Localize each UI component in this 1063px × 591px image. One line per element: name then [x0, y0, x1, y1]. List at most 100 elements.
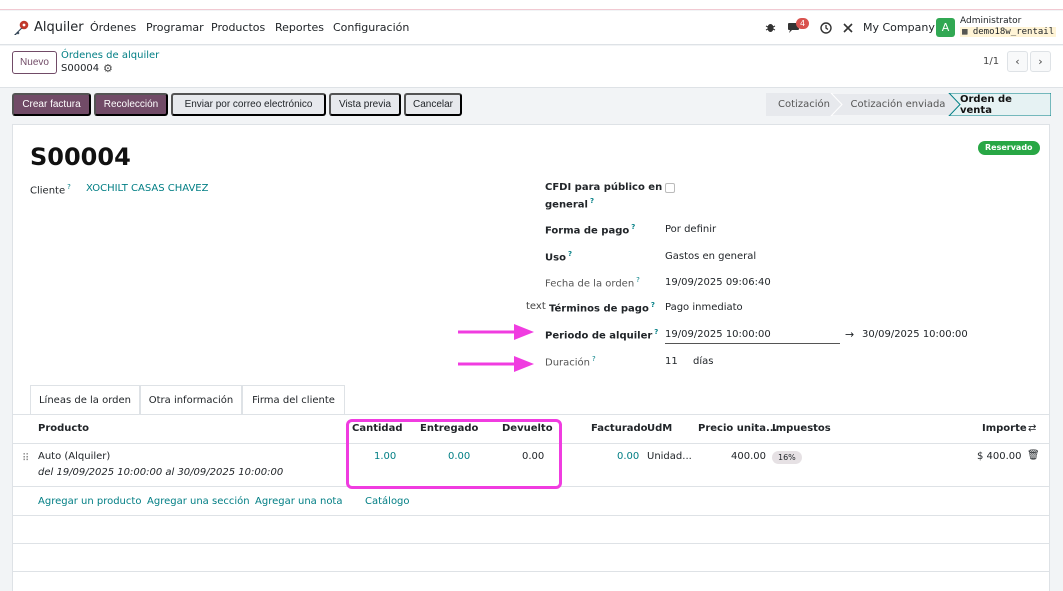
status-quotation-sent[interactable]: Cotización enviada — [845, 93, 951, 116]
menu-configuracion[interactable]: Configuración — [333, 21, 409, 34]
form-sheet: S00004 Reservado Cliente? XOCHILT CASAS … — [12, 124, 1050, 591]
duration-label: Duración? — [545, 355, 596, 368]
duration-unit: días — [693, 356, 714, 367]
line-product[interactable]: Auto (Alquiler) — [38, 451, 110, 462]
divider — [13, 515, 1050, 516]
add-product-link[interactable]: Agregar un producto — [38, 496, 141, 507]
help-icon[interactable]: ? — [67, 183, 71, 191]
column-header-invoiced[interactable]: Facturado — [591, 423, 648, 434]
clock-icon[interactable] — [818, 20, 833, 35]
duration-label-text: Duración — [545, 357, 591, 369]
payment-method-label-text: Forma de pago — [545, 225, 630, 237]
menu-ordenes[interactable]: Órdenes — [90, 21, 136, 34]
previous-record-button[interactable]: ‹ — [1007, 51, 1028, 72]
tools-icon[interactable] — [840, 20, 855, 35]
cancel-button[interactable]: Cancelar — [404, 93, 462, 116]
help-icon[interactable]: ? — [590, 197, 594, 205]
payment-terms-label-text: Términos de pago — [549, 303, 649, 315]
status-quotation[interactable]: Cotización — [772, 93, 836, 116]
help-icon[interactable]: ? — [568, 250, 572, 258]
rental-period-label-text: Periodo de alquiler — [545, 330, 653, 342]
arrow-right-icon: → — [845, 328, 855, 341]
create-invoice-button[interactable]: Crear factura — [12, 93, 91, 116]
help-icon[interactable]: ? — [654, 328, 658, 336]
new-button[interactable]: Nuevo — [12, 51, 57, 74]
annotation-highlight-box — [346, 419, 562, 489]
divider — [13, 414, 1050, 415]
breadcrumb[interactable]: Órdenes de alquiler — [61, 50, 159, 61]
add-section-link[interactable]: Agregar una sección — [147, 496, 250, 507]
divider — [13, 571, 1050, 572]
order-date-field[interactable]: 19/09/2025 09:06:40 — [665, 277, 771, 288]
user-name[interactable]: Administrator — [960, 16, 1021, 26]
cfdi-label: general? — [545, 197, 594, 210]
order-date-label: Fecha de la orden? — [545, 276, 640, 289]
annotation-arrow — [458, 356, 534, 372]
duration-value[interactable]: 11 — [665, 356, 678, 367]
stray-text: text — [526, 301, 546, 312]
payment-method-field[interactable]: Por definir — [665, 224, 716, 235]
status-sales-order[interactable]: Orden de venta — [960, 93, 1046, 116]
action-bar: Crear factura Recolección Enviar por cor… — [0, 88, 1063, 124]
key-app-icon[interactable] — [12, 20, 29, 36]
line-invoiced: 0.00 — [617, 451, 640, 462]
column-header-unit-price[interactable]: Precio unita... — [698, 423, 777, 434]
annotation-arrow — [458, 324, 534, 340]
payment-terms-field[interactable]: Pago inmediato — [665, 302, 743, 313]
next-record-button[interactable]: › — [1030, 51, 1051, 72]
reserved-status-badge: Reservado — [978, 141, 1040, 155]
cfdi-label-line2: general — [545, 199, 588, 211]
help-icon[interactable]: ? — [651, 301, 655, 309]
rental-period-label: Periodo de alquiler? — [545, 328, 658, 341]
preview-button[interactable]: Vista previa — [329, 93, 401, 116]
app-name[interactable]: Alquiler — [34, 20, 84, 35]
customer-label-text: Cliente — [30, 185, 66, 197]
column-header-amount[interactable]: Importe — [982, 423, 1027, 434]
tab-other-info[interactable]: Otra información — [140, 385, 242, 415]
avatar[interactable]: A — [936, 18, 955, 37]
customer-field[interactable]: XOCHILT CASAS CHAVEZ — [86, 183, 208, 194]
tax-badge[interactable]: 16% — [772, 451, 802, 464]
pickup-button[interactable]: Recolección — [94, 93, 168, 116]
payment-terms-label: Términos de pago? — [549, 301, 655, 314]
tab-order-lines[interactable]: Líneas de la orden — [30, 385, 140, 415]
add-note-link[interactable]: Agregar una nota — [255, 496, 343, 507]
catalog-link[interactable]: Catálogo — [365, 496, 410, 507]
column-header-taxes[interactable]: Impuestos — [772, 423, 831, 434]
top-strip — [0, 0, 1063, 10]
record-id: S00004 — [61, 63, 100, 74]
menu-productos[interactable]: Productos — [211, 21, 265, 34]
column-settings-icon[interactable]: ⇄ — [1028, 423, 1036, 434]
send-email-button[interactable]: Enviar por correo electrónico — [171, 93, 326, 116]
column-header-uom[interactable]: UdM — [647, 423, 672, 434]
payment-method-label: Forma de pago? — [545, 223, 635, 236]
bug-icon[interactable] — [763, 20, 778, 35]
usage-field[interactable]: Gastos en general — [665, 251, 756, 262]
pager-value[interactable]: 1/1 — [983, 56, 999, 67]
help-icon[interactable]: ? — [592, 355, 596, 363]
trash-icon[interactable]: 🗑 — [1027, 450, 1040, 461]
drag-handle-icon[interactable]: ⠿ — [22, 453, 29, 464]
order-date-label-text: Fecha de la orden — [545, 278, 635, 290]
control-panel: Nuevo Órdenes de alquiler S00004 ⚙ 1/1 ‹… — [0, 46, 1063, 88]
help-icon[interactable]: ? — [636, 276, 640, 284]
gear-icon[interactable]: ⚙ — [103, 62, 113, 75]
rental-end-input[interactable]: 30/09/2025 10:00:00 — [862, 329, 968, 340]
chevron-right-icon: › — [1038, 55, 1043, 68]
menu-programar[interactable]: Programar — [146, 21, 204, 34]
company-switcher[interactable]: My Company — [863, 21, 935, 34]
help-icon[interactable]: ? — [631, 223, 635, 231]
column-header-product[interactable]: Producto — [38, 423, 89, 434]
cfdi-public-checkbox[interactable] — [665, 183, 675, 193]
line-unit-price[interactable]: 400.00 — [731, 451, 766, 462]
database-label: demo18w_rentail — [972, 27, 1055, 37]
usage-label-text: Uso — [545, 252, 566, 264]
rental-start-input[interactable]: 19/09/2025 10:00:00 — [665, 329, 840, 344]
line-uom[interactable]: Unidad... — [647, 451, 692, 462]
menu-reportes[interactable]: Reportes — [275, 21, 324, 34]
chevron-left-icon: ‹ — [1015, 55, 1020, 68]
line-amount: $ 400.00 — [977, 451, 1022, 462]
tab-customer-signature[interactable]: Firma del cliente — [242, 385, 345, 415]
usage-label: Uso? — [545, 250, 572, 263]
messages-count-badge: 4 — [796, 18, 809, 29]
